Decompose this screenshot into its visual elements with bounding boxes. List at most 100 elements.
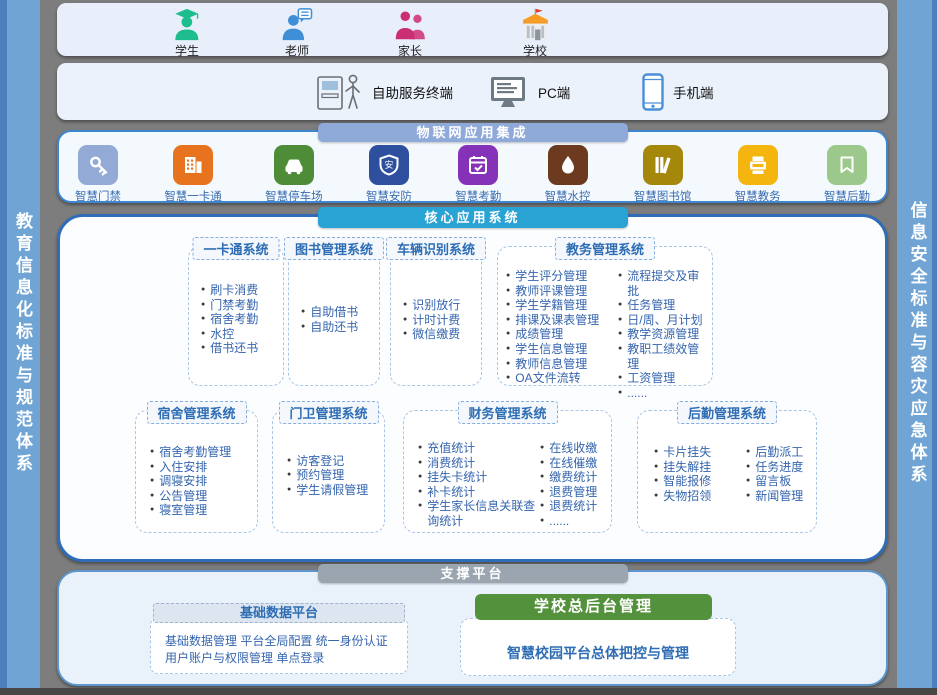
- school-admin-title: 学校总后台管理: [475, 594, 712, 620]
- list-item: ●教师信息管理: [506, 357, 618, 372]
- list-item: ●日/周、月计划: [618, 313, 708, 328]
- onecard-system-box: 一卡通系统 ●刷卡消费●门禁考勤●宿舍考勤●水控●借书还书: [188, 246, 284, 386]
- bullet-icon: ●: [540, 456, 544, 471]
- list-item-label: 缴费统计: [549, 470, 607, 485]
- list-item: ● 计时计费: [403, 313, 477, 328]
- list-item: ●学生评分管理: [506, 269, 618, 284]
- subsystem-item-list: ●自助借书●自助还书: [289, 247, 379, 385]
- list-item-label: 流程提交及审批: [627, 269, 708, 298]
- list-item-label: 借书还书: [210, 341, 279, 356]
- list-item: ●在线收缴: [540, 441, 607, 456]
- list-item: ● 识别放行: [403, 298, 477, 313]
- list-item: ●成绩管理: [506, 327, 618, 342]
- subsystem-item-list: ●流程提交及审批●任务管理●日/周、月计划●教学资源管理●教职工绩效管理●工资管…: [618, 269, 708, 385]
- subsystem-title: 一卡通系统: [192, 237, 279, 260]
- list-item: ● 任务管理: [618, 298, 708, 313]
- bullet-icon: ●: [403, 327, 407, 342]
- school-icon: [519, 8, 552, 41]
- bullet-icon: ●: [618, 298, 622, 313]
- user-roles-panel: 学生 老师 家长: [57, 3, 888, 56]
- list-item: ● 工资管理: [618, 371, 708, 386]
- base-platform-line2: 用户账户与权限管理 单点登录: [165, 650, 399, 667]
- list-item: ● 退费统计: [540, 499, 607, 514]
- list-item-label: 任务进度: [755, 460, 812, 475]
- list-item-label: 识别放行: [412, 298, 477, 313]
- iot-item-academic: 智慧教务: [735, 145, 781, 204]
- iot-item-door-access: 智慧门禁: [75, 145, 121, 204]
- bullet-icon: ●: [403, 298, 407, 313]
- left-standards-bar: 教育信息化标准与规范体系: [0, 0, 40, 688]
- list-item: ● 在线催缴: [540, 456, 607, 471]
- bullet-icon: ●: [540, 499, 544, 514]
- logistics-banner-icon: [827, 145, 867, 185]
- bullet-icon: ●: [540, 441, 544, 456]
- list-item-label: 后勤派工: [755, 445, 812, 460]
- subsystem-title: 图书管理系统: [284, 237, 384, 260]
- list-item-label: 教师评课管理: [515, 284, 618, 299]
- bullet-icon: ●: [418, 470, 422, 485]
- terminal-pc: PC端: [489, 63, 570, 120]
- list-item: ● 门禁考勤: [201, 298, 279, 313]
- list-item-label: 微信缴费: [412, 327, 477, 342]
- water-control-icon: [548, 145, 588, 185]
- list-item: ●刷卡消费: [201, 283, 279, 298]
- list-item: ●退费管理: [540, 485, 607, 500]
- list-item-label: 新闻管理: [755, 489, 812, 504]
- list-item-label: 退费统计: [549, 499, 607, 514]
- list-item-label: 卡片挂失: [663, 445, 746, 460]
- list-item: ●自助还书: [301, 320, 375, 335]
- terminal-label: 手机端: [673, 82, 714, 102]
- bullet-icon: ●: [201, 298, 205, 313]
- vehicle-system-box: 车辆识别系统 ●识别放行●计时计费●微信缴费: [390, 246, 482, 386]
- iot-panel-title: 物联网应用集成: [318, 123, 628, 142]
- list-item: ●教职工绩效管理: [618, 342, 708, 371]
- terminal-kiosk: 自助服务终端: [315, 63, 453, 120]
- bullet-icon: ●: [201, 327, 205, 342]
- support-panel-title: 支撑平台: [318, 564, 628, 583]
- list-item-label: 学生评分管理: [515, 269, 618, 284]
- list-item: ●OA文件流转: [506, 371, 618, 386]
- role-label: 学校: [523, 42, 547, 59]
- bullet-icon: ●: [618, 371, 622, 386]
- list-item-label: 退费管理: [549, 485, 607, 500]
- list-item-label: 教学资源管理: [627, 327, 708, 342]
- list-item-label: ......: [627, 386, 708, 401]
- list-item-label: 充值统计: [427, 441, 540, 456]
- list-item-label: 任务管理: [627, 298, 708, 313]
- subsystem-item-list: ●后勤派工●任务进度●留言板●新闻管理: [746, 445, 812, 532]
- list-item-label: 工资管理: [627, 371, 708, 386]
- list-item: ●......: [540, 514, 607, 529]
- list-item-label: 学生信息管理: [515, 342, 618, 357]
- list-item: ●寝室管理: [150, 503, 253, 518]
- pc-icon: [489, 75, 529, 109]
- list-item: ●自助借书: [301, 305, 375, 320]
- list-item-label: OA文件流转: [515, 371, 618, 386]
- right-security-bar: 信息安全标准与容灾应急体系: [897, 0, 937, 688]
- list-item: ●......: [618, 386, 708, 401]
- list-item-label: 在线催缴: [549, 456, 607, 471]
- bullet-icon: ●: [506, 357, 510, 372]
- list-item-label: 计时计费: [412, 313, 477, 328]
- phone-icon: [642, 73, 664, 111]
- subsystem-title: 宿舍管理系统: [146, 401, 246, 424]
- logistics-system-box: 后勤管理系统 ●卡片挂失●挂失解挂●智能报修●失物招领 ●后勤派工●任务进度●留…: [637, 410, 817, 533]
- bullet-icon: ●: [287, 454, 291, 469]
- bullet-icon: ●: [403, 313, 407, 328]
- role-school: 学校: [500, 8, 570, 59]
- list-item-label: 门禁考勤: [210, 298, 279, 313]
- teacher-icon: [281, 8, 312, 41]
- bullet-icon: ●: [618, 327, 622, 342]
- bullet-icon: ●: [654, 474, 658, 489]
- subsystem-item-list: ●学生评分管理●教师评课管理●学生学籍管理●排课及课表管理●成绩管理●学生信息管…: [506, 269, 618, 385]
- list-item-label: 失物招领: [663, 489, 746, 504]
- campus-card-icon: [173, 145, 213, 185]
- list-item-label: 水控: [210, 327, 279, 342]
- list-item: ●挂失卡统计: [418, 470, 540, 485]
- list-item-label: 自助借书: [310, 305, 375, 320]
- list-item: ●智能报修: [654, 474, 746, 489]
- list-item-label: ......: [549, 514, 607, 529]
- dorm-system-box: 宿舍管理系统 ●宿舍考勤管理●入住安排●调寝安排●公告管理●寝室管理: [135, 410, 258, 533]
- right-security-label: 信息安全标准与容灾应急体系: [897, 0, 937, 688]
- subsystem-title: 财务管理系统: [457, 401, 557, 424]
- iot-tile-row: 智慧门禁 智慧一卡通: [75, 145, 870, 204]
